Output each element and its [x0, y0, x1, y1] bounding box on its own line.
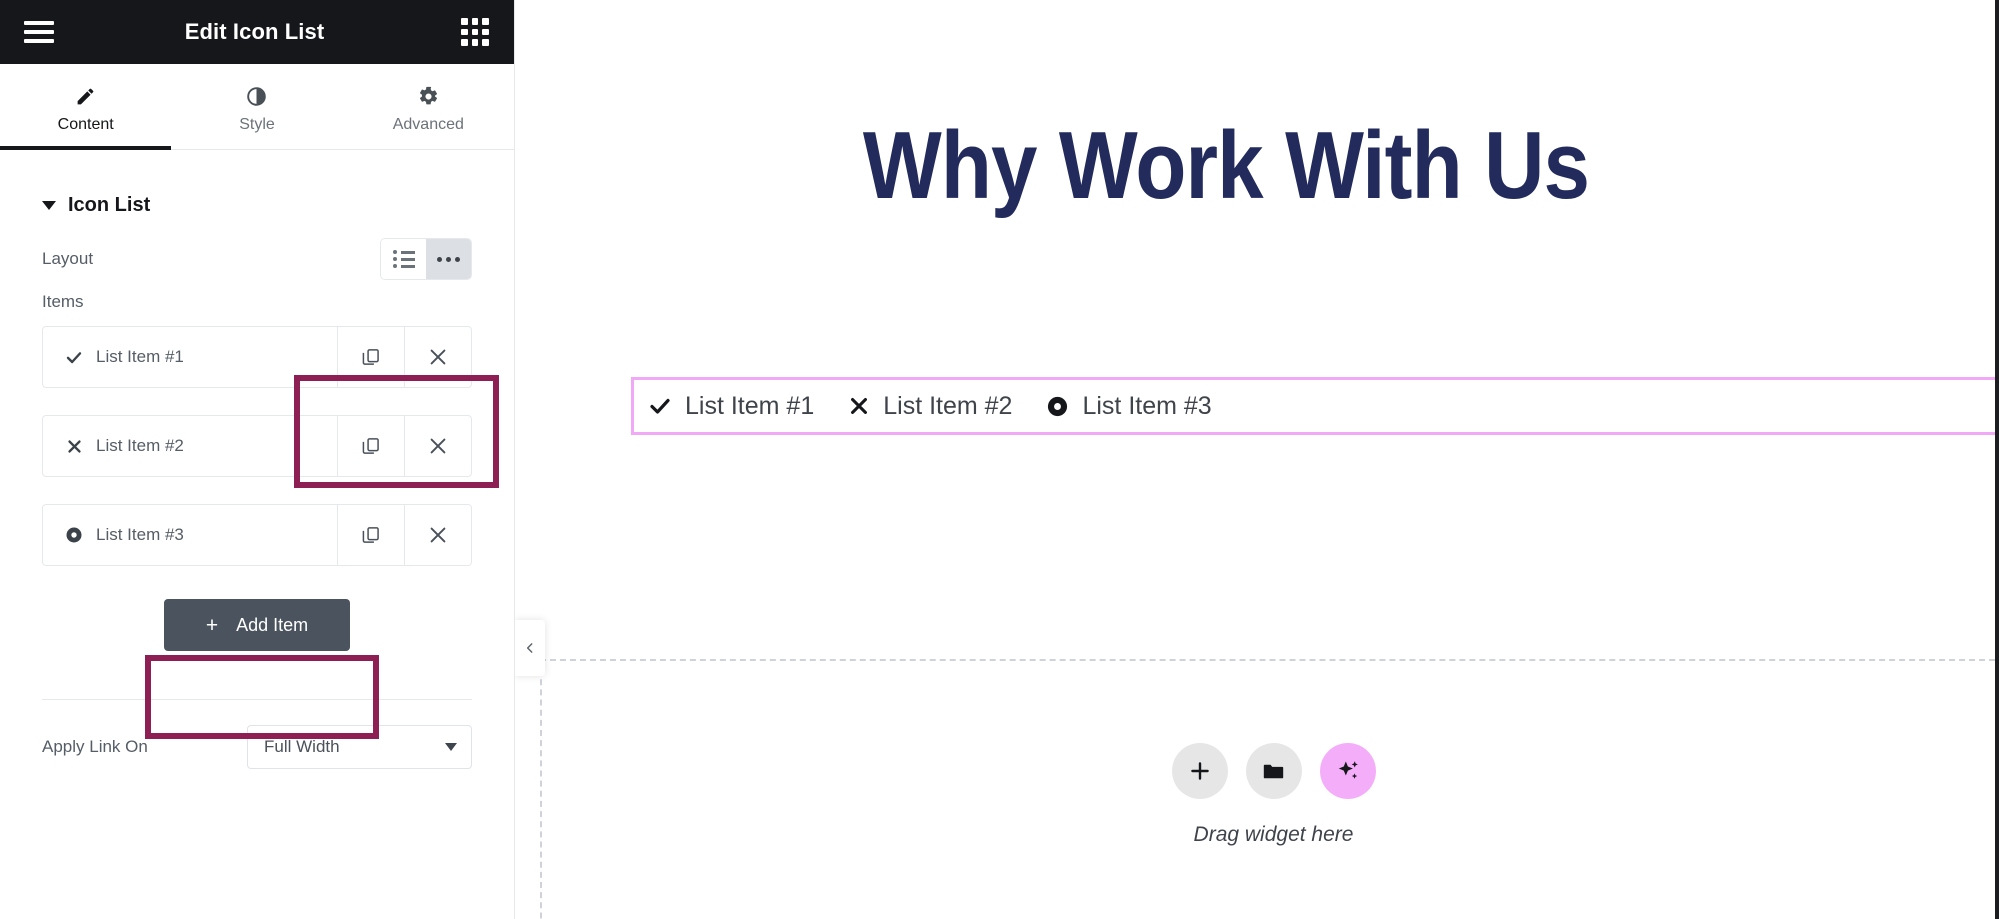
table-row[interactable]: List Item #2	[42, 415, 472, 477]
add-template-button[interactable]	[1245, 743, 1302, 799]
panel-title: Edit Icon List	[184, 19, 325, 44]
caret-down-icon	[42, 200, 56, 210]
add-item-button[interactable]: + Add Item	[163, 599, 351, 651]
section-title: Icon List	[68, 193, 151, 216]
preview-canvas: Why Work With Us List Item #1 List Item …	[515, 0, 1999, 919]
pencil-icon	[75, 85, 96, 107]
duplicate-item-button[interactable]	[337, 416, 404, 476]
widget-drop-zone[interactable]: Drag widget here	[540, 659, 1995, 919]
section-header-icon-list[interactable]: Icon List	[0, 150, 514, 230]
table-row[interactable]: List Item #3	[42, 504, 472, 566]
list-icon	[392, 250, 415, 268]
divider	[42, 699, 472, 700]
folder-icon	[1263, 764, 1284, 778]
layout-option-traditional[interactable]	[381, 239, 426, 279]
add-item-label: Add Item	[236, 614, 309, 635]
editor-panel: Edit Icon List Content Style Advanced Ic…	[0, 0, 515, 919]
times-icon	[65, 438, 83, 455]
panel-header: Edit Icon List	[0, 0, 514, 64]
items-label: Items	[42, 292, 84, 311]
tab-style[interactable]: Style	[171, 64, 342, 149]
drag-widget-text: Drag widget here	[1193, 823, 1354, 846]
item-label: List Item #2	[96, 436, 184, 455]
plus-icon: +	[205, 613, 219, 637]
contrast-icon	[246, 85, 267, 107]
sparkles-icon	[1338, 761, 1358, 779]
remove-item-button[interactable]	[404, 327, 471, 387]
item-title-2[interactable]: List Item #2	[43, 416, 337, 476]
item-label: List Item #1	[96, 347, 184, 366]
ellipsis-icon	[437, 256, 460, 262]
layout-option-inline[interactable]	[426, 239, 471, 279]
gear-icon	[418, 85, 439, 107]
apply-link-on-value: Full Width	[264, 737, 340, 756]
panel-tabs: Content Style Advanced	[0, 64, 514, 150]
layout-control-row: Layout	[0, 230, 514, 288]
list-item-label: List Item #2	[883, 391, 1013, 420]
remove-item-button[interactable]	[404, 505, 471, 565]
items-control: Items List Item #1 List Item #2 List Ite…	[0, 292, 514, 651]
plus-icon	[1190, 762, 1209, 780]
times-icon	[848, 395, 870, 417]
drop-zone-buttons	[1171, 743, 1376, 799]
chevron-left-icon	[526, 643, 533, 653]
list-item[interactable]: List Item #3	[1046, 391, 1212, 421]
ai-button[interactable]	[1319, 743, 1376, 799]
item-title-3[interactable]: List Item #3	[43, 505, 337, 565]
check-icon	[65, 348, 83, 367]
dot-circle-icon	[65, 526, 83, 544]
item-label: List Item #3	[96, 525, 184, 544]
dot-circle-icon	[1046, 395, 1069, 418]
layout-toggle-group	[380, 238, 472, 280]
apps-grid-icon[interactable]	[461, 18, 489, 46]
tab-style-label: Style	[239, 116, 275, 133]
check-icon	[648, 394, 672, 418]
apply-link-on-row: Apply Link On Full Width	[0, 718, 514, 776]
table-row[interactable]: List Item #1	[42, 326, 472, 388]
drop-zone-content: Drag widget here	[542, 743, 1995, 847]
list-item[interactable]: List Item #2	[848, 392, 1012, 421]
caret-down-icon	[445, 743, 457, 751]
layout-label: Layout	[42, 249, 94, 268]
tab-advanced-label: Advanced	[392, 116, 464, 133]
tab-content-label: Content	[57, 116, 114, 133]
remove-item-button[interactable]	[404, 416, 471, 476]
tab-content[interactable]: Content	[0, 64, 172, 150]
add-item-row: + Add Item	[42, 593, 472, 651]
duplicate-item-button[interactable]	[337, 505, 404, 565]
tab-advanced[interactable]: Advanced	[343, 64, 514, 149]
icon-list-widget[interactable]: List Item #1 List Item #2 List Item #3	[631, 377, 1995, 435]
elementor-editor: Edit Icon List Content Style Advanced Ic…	[0, 0, 1999, 919]
list-item-label: List Item #3	[1082, 391, 1212, 420]
add-element-button[interactable]	[1171, 743, 1228, 799]
apply-link-on-select[interactable]: Full Width	[247, 725, 472, 769]
item-title-1[interactable]: List Item #1	[43, 327, 337, 387]
panel-collapse-handle[interactable]	[515, 620, 545, 676]
page-title: Why Work With Us	[862, 112, 1590, 219]
duplicate-item-button[interactable]	[337, 327, 404, 387]
list-item[interactable]: List Item #1	[648, 392, 814, 421]
list-item-label: List Item #1	[685, 391, 815, 420]
apply-link-on-label: Apply Link On	[42, 737, 148, 756]
